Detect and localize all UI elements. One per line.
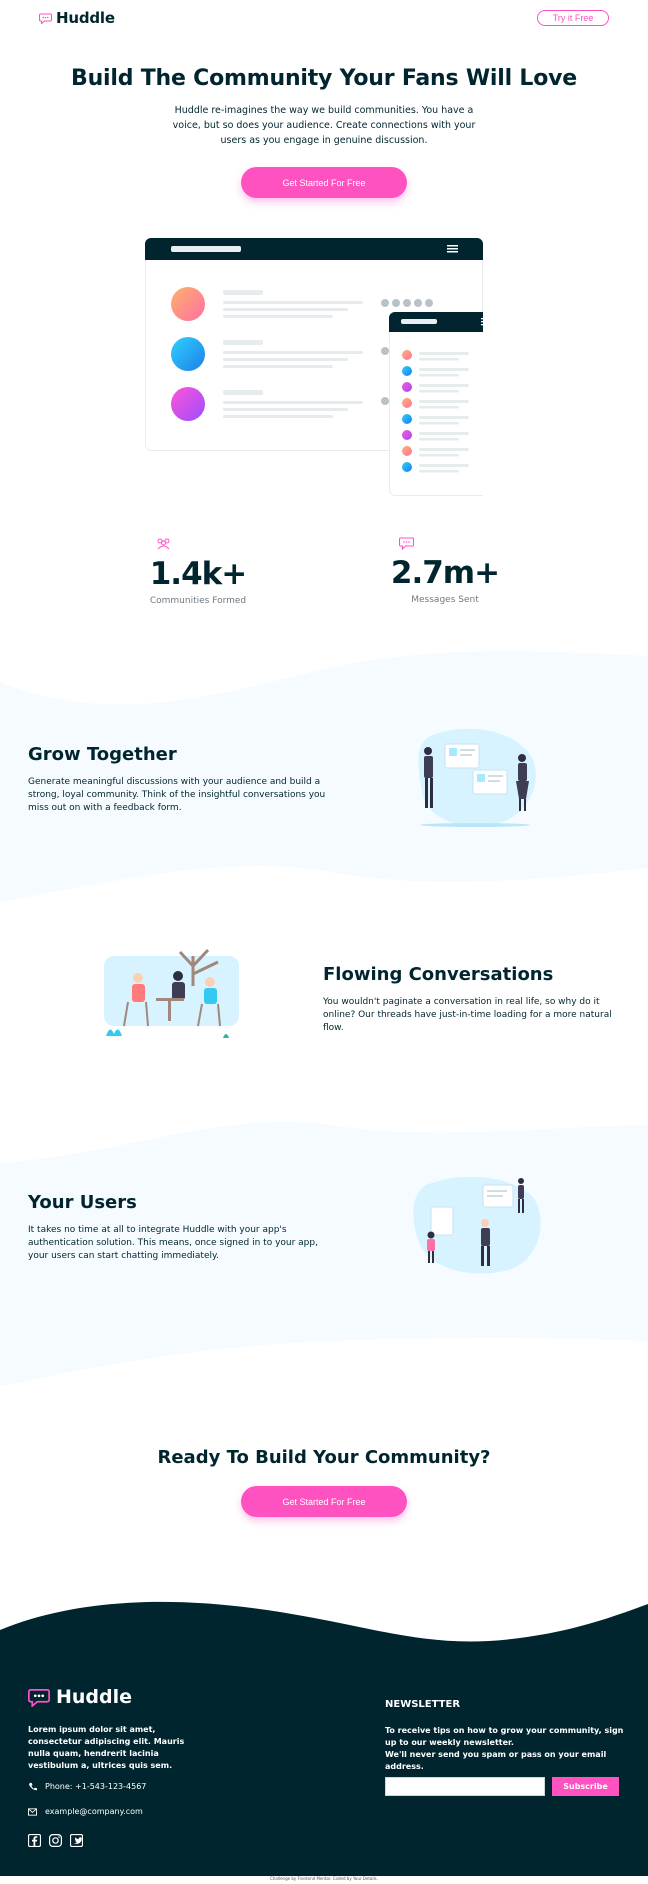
feature-text: Generate meaningful discussions with you… [28,777,326,813]
hero-text: Huddle re-imagines the way we build comm… [172,105,476,146]
feature-section-bg [0,651,648,902]
chat-bubble-icon [28,1688,50,1707]
phone-icon [29,1782,37,1791]
communities-icon [157,538,170,550]
phone-text: Phone: +1-543-123-4567 [45,1782,147,1791]
feature-text: It takes no time at all to integrate Hud… [28,1225,318,1261]
feature-title: Flowing Conversations [323,964,554,985]
stat-communities: 1.4k+ Communities Formed [128,556,268,606]
chat-bubble-icon [39,12,52,24]
flowing-conversations-illustration [104,948,239,1038]
grow-together-illustration [418,728,536,827]
your-users-illustration [413,1176,541,1274]
newsletter-text-line-2: We'll never send you spam or pass on you… [385,1750,607,1771]
stat-label: Messages Sent [411,595,479,605]
feature-title: Grow Together [28,744,177,765]
stat-messages: 2.7m+ Messages Sent [375,555,515,605]
feature-text: You wouldn't paginate a conversation in … [323,997,612,1033]
instagram-icon[interactable] [49,1834,62,1847]
stat-value: 1.4k+ [149,556,248,592]
try-it-free-button[interactable]: Try it Free [537,10,609,26]
footer-logo-text: Huddle [56,1686,133,1708]
hero-get-started-button[interactable]: Get Started For Free [241,167,407,198]
page: Huddle Try it Free Build The Community Y… [0,0,648,1884]
footer-about: Lorem ipsum dolor sit amet, consectetur … [28,1725,185,1770]
footer-logo[interactable]: Huddle [28,1686,132,1708]
attribution: Challenge by Frontend Mentor. Coded by Y… [270,1876,378,1881]
logo[interactable]: Huddle [39,9,115,27]
stat-label: Communities Formed [149,596,247,606]
newsletter-text-line-1: To receive tips on how to grow your comm… [385,1726,624,1747]
social-links [28,1834,83,1847]
newsletter-title: NEWSLETTER [385,1699,461,1710]
header: Huddle Try it Free [0,0,648,36]
newsletter-email-input[interactable] [385,1777,545,1796]
hero-title: Build The Community Your Fans Will Love [71,66,577,91]
feature-title: Your Users [28,1192,137,1213]
hero-mockup-illustration [145,238,483,496]
footer-phone: Phone: +1-543-123-4567 [28,1782,146,1791]
ready-get-started-button[interactable]: Get Started For Free [241,1486,407,1517]
twitter-icon[interactable] [70,1834,83,1847]
newsletter-text: To receive tips on how to grow your comm… [385,1725,625,1773]
subscribe-button[interactable]: Subscribe [552,1777,619,1796]
email-text: example@company.com [45,1807,143,1816]
facebook-icon[interactable] [28,1834,41,1847]
logo-text: Huddle [56,9,115,27]
email-icon [28,1807,37,1816]
footer-email: example@company.com [28,1807,143,1816]
ready-title: Ready To Build Your Community? [157,1447,491,1468]
stat-value: 2.7m+ [390,555,500,591]
messages-icon [399,537,414,550]
